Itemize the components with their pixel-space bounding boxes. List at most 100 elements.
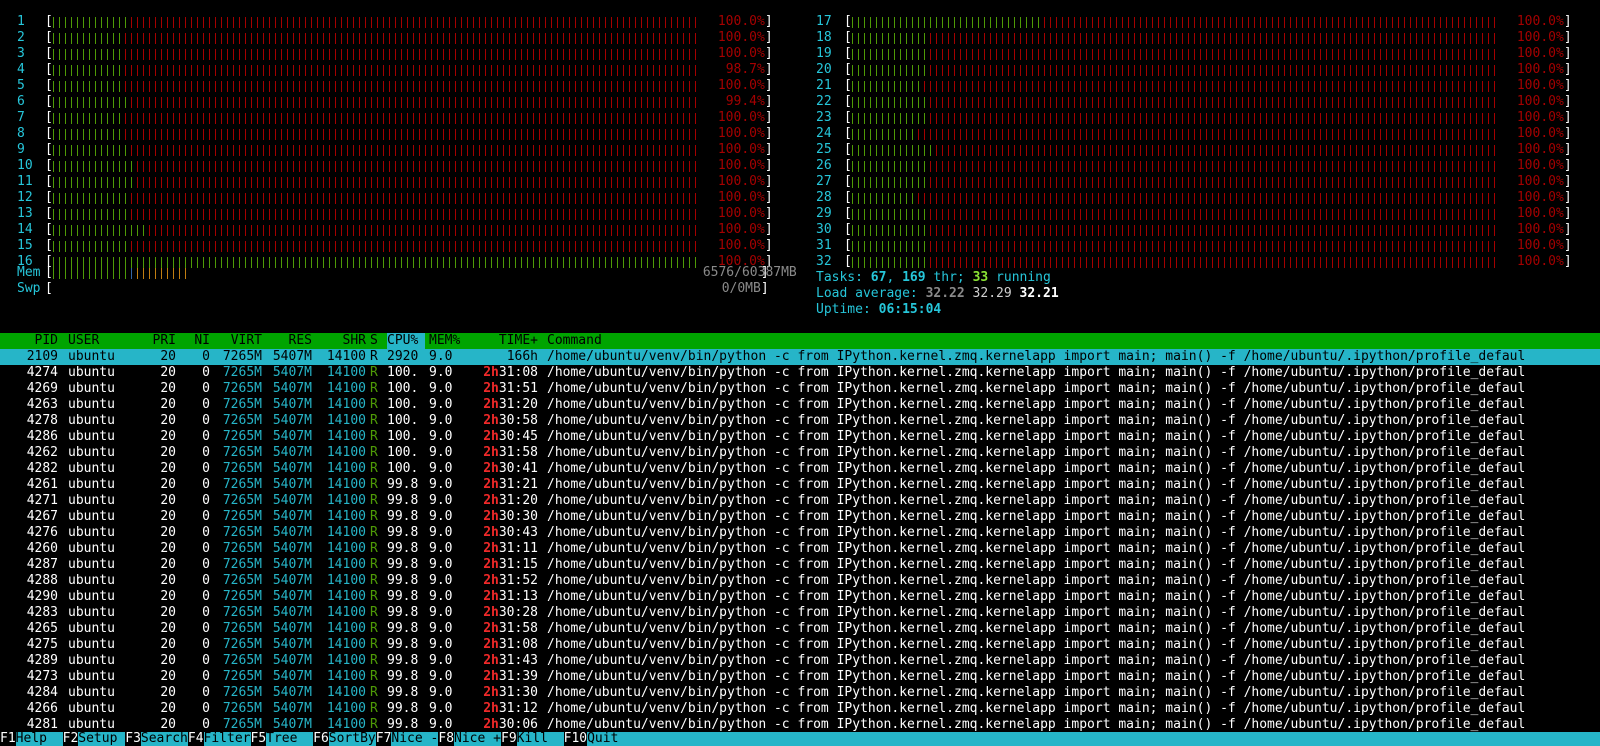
process-priority: 20 [160, 461, 176, 476]
fkey-f10[interactable]: F10 Quit [563, 731, 635, 746]
process-res: 5407M [272, 701, 312, 716]
process-user: ubuntu [68, 477, 115, 492]
process-row[interactable]: 4288 ubuntu 20 0 7265M 5407M 14100 R 99.8 9.0 2h31… [0, 573, 1600, 589]
process-nice: 0 [202, 557, 210, 572]
process-cpu: 99.8 [387, 685, 419, 700]
col-ni[interactable]: NI [180, 333, 210, 349]
process-row[interactable]: 4274 ubuntu 20 0 7265M 5407M 14100 R 100. 9.0 2h31… [0, 365, 1600, 381]
process-command: /home/ubuntu/venv/bin/python -c from IPy… [547, 605, 1526, 620]
process-command: /home/ubuntu/venv/bin/python -c from IPy… [547, 349, 1526, 364]
cpu-number: 20 [816, 62, 832, 77]
process-cpu: 100. [387, 365, 419, 380]
process-row[interactable]: 4260 ubuntu 20 0 7265M 5407M 14100 R 99.8 9.0 2h31… [0, 541, 1600, 557]
cpu-usage-bar [52, 190, 713, 206]
fkey-f4[interactable]: F4 Filter [187, 732, 251, 746]
process-command: /home/ubuntu/venv/bin/python -c from IPy… [547, 461, 1526, 476]
mem-label: Mem [17, 265, 41, 280]
process-time: 2h30:58 [483, 413, 538, 428]
process-row[interactable]: 4265 ubuntu 20 0 7265M 5407M 14100 R 99.8 9.0 2h31… [0, 621, 1600, 637]
cpu-percent: 100.0% [1516, 142, 1564, 157]
col-mem[interactable]: MEM% [429, 333, 469, 349]
fkey-f5[interactable]: F5 Tree [250, 732, 314, 746]
process-command: /home/ubuntu/venv/bin/python -c from IPy… [547, 717, 1526, 732]
fkey-f1[interactable]: F1 Help [0, 732, 63, 746]
cpu-percent: 100.0% [1516, 14, 1564, 29]
process-row[interactable]: 4283 ubuntu 20 0 7265M 5407M 14100 R 99.8 9.0 2h30… [0, 605, 1600, 621]
process-priority: 20 [160, 573, 176, 588]
process-priority: 20 [160, 589, 176, 604]
cpu-usage-bar [851, 206, 1512, 222]
fkey-f8[interactable]: F8 Nice + [438, 732, 501, 746]
col-shr[interactable]: SHR [314, 333, 366, 349]
process-row[interactable]: 4273 ubuntu 20 0 7265M 5407M 14100 R 99.8 9.0 2h31… [0, 669, 1600, 685]
fkey-f7[interactable]: F7 Nice - [375, 732, 438, 746]
process-virt: 7265M [222, 637, 262, 652]
process-row[interactable]: 4290 ubuntu 20 0 7265M 5407M 14100 R 99.8 9.0 2h31… [0, 589, 1600, 605]
process-cpu: 100. [387, 461, 419, 476]
process-row[interactable]: 4263 ubuntu 20 0 7265M 5407M 14100 R 100. 9.0 2h31… [0, 397, 1600, 413]
process-row[interactable]: 4278 ubuntu 20 0 7265M 5407M 14100 R 100. 9.0 2h30… [0, 413, 1600, 429]
process-nice: 0 [202, 477, 210, 492]
col-command[interactable]: Command [547, 333, 1600, 349]
cpu-usage-bar [52, 174, 713, 190]
fkey-f2[interactable]: F2 Setup [62, 732, 126, 746]
fkey-label: Quit [587, 731, 635, 746]
process-row[interactable]: 4276 ubuntu 20 0 7265M 5407M 14100 R 99.8 9.0 2h30… [0, 525, 1600, 541]
process-nice: 0 [202, 573, 210, 588]
process-row[interactable]: 4262 ubuntu 20 0 7265M 5407M 14100 R 100. 9.0 2h31… [0, 445, 1600, 461]
cpu-usage-bar [52, 158, 713, 174]
process-table-header[interactable]: PID USER PRI NI VIRT RES SHR S CPU% MEM%… [0, 333, 1600, 349]
cpu-percent: 100.0% [1516, 30, 1564, 45]
process-shr: 14100 [326, 605, 366, 620]
col-time[interactable]: TIME+ [470, 333, 538, 349]
cpu-number: 15 [17, 238, 33, 253]
process-row[interactable]: 4269 ubuntu 20 0 7265M 5407M 14100 R 100. 9.0 2h31… [0, 381, 1600, 397]
tasks-line: Tasks: 67, 169 thr; 33 running [816, 270, 1051, 285]
process-nice: 0 [202, 541, 210, 556]
col-state[interactable]: S [370, 333, 380, 349]
cpu-usage-bar [52, 94, 713, 110]
process-cpu: 2920 [387, 349, 419, 364]
process-row[interactable]: 4282 ubuntu 20 0 7265M 5407M 14100 R 100. 9.0 2h30… [0, 461, 1600, 477]
process-virt: 7265M [222, 685, 262, 700]
process-row[interactable]: 4289 ubuntu 20 0 7265M 5407M 14100 R 99.8 9.0 2h31… [0, 653, 1600, 669]
col-user[interactable]: USER [68, 333, 138, 349]
process-row[interactable]: 4266 ubuntu 20 0 7265M 5407M 14100 R 99.8 9.0 2h31… [0, 701, 1600, 717]
process-cpu: 99.8 [387, 477, 419, 492]
col-virt[interactable]: VIRT [214, 333, 262, 349]
process-row[interactable]: 4286 ubuntu 20 0 7265M 5407M 14100 R 100. 9.0 2h30… [0, 429, 1600, 445]
cpu-number: 5 [17, 78, 25, 93]
process-row[interactable]: 4261 ubuntu 20 0 7265M 5407M 14100 R 99.8 9.0 2h31… [0, 477, 1600, 493]
process-priority: 20 [160, 429, 176, 444]
cpu-number: 11 [17, 174, 33, 189]
process-row[interactable]: 4284 ubuntu 20 0 7265M 5407M 14100 R 99.8 9.0 2h31… [0, 685, 1600, 701]
process-mem: 9.0 [429, 477, 453, 492]
process-mem: 9.0 [429, 429, 453, 444]
process-user: ubuntu [68, 589, 115, 604]
col-pid[interactable]: PID [0, 333, 58, 349]
process-row[interactable]: 4267 ubuntu 20 0 7265M 5407M 14100 R 99.8 9.0 2h30… [0, 509, 1600, 525]
fkey-f6[interactable]: F6 SortBy [313, 732, 376, 746]
cpu-percent: 100.0% [717, 126, 765, 141]
process-row[interactable]: 4287 ubuntu 20 0 7265M 5407M 14100 R 99.8 9.0 2h31… [0, 557, 1600, 573]
process-time: 2h31:43 [483, 653, 538, 668]
process-row[interactable]: 2109 ubuntu 20 0 7265M 5407M 14100 R 2920 9.0 166h… [0, 349, 1600, 365]
fkey-f3[interactable]: F3 Search [125, 732, 188, 746]
col-res[interactable]: RES [266, 333, 312, 349]
process-state: R [370, 701, 378, 716]
memory-meter: Mem[ 6576/60387MB] [17, 265, 797, 280]
fkey-f9[interactable]: F9 Kill [501, 732, 564, 746]
cpu-usage-bar [52, 46, 713, 62]
uptime-value: 06:15:04 [878, 302, 942, 317]
col-cpu[interactable]: CPU% [387, 333, 425, 349]
process-time: 2h31:20 [483, 397, 538, 412]
process-pid: 4286 [26, 429, 58, 444]
process-state: R [370, 477, 378, 492]
process-row[interactable]: 4271 ubuntu 20 0 7265M 5407M 14100 R 99.8 9.0 2h31… [0, 493, 1600, 509]
process-state: R [370, 349, 378, 364]
col-pri[interactable]: PRI [140, 333, 176, 349]
process-shr: 14100 [326, 557, 366, 572]
process-res: 5407M [272, 413, 312, 428]
process-row[interactable]: 4275 ubuntu 20 0 7265M 5407M 14100 R 99.8 9.0 2h31… [0, 637, 1600, 653]
process-pid: 4267 [26, 509, 58, 524]
